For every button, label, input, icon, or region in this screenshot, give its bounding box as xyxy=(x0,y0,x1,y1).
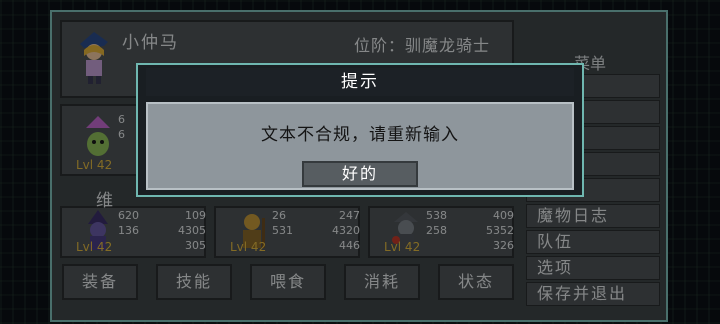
dialog-message: 文本不合规，请重新输入 xyxy=(261,125,459,145)
ok-button[interactable]: 好的 xyxy=(302,161,418,187)
dialog-title: 提示 xyxy=(146,68,574,96)
